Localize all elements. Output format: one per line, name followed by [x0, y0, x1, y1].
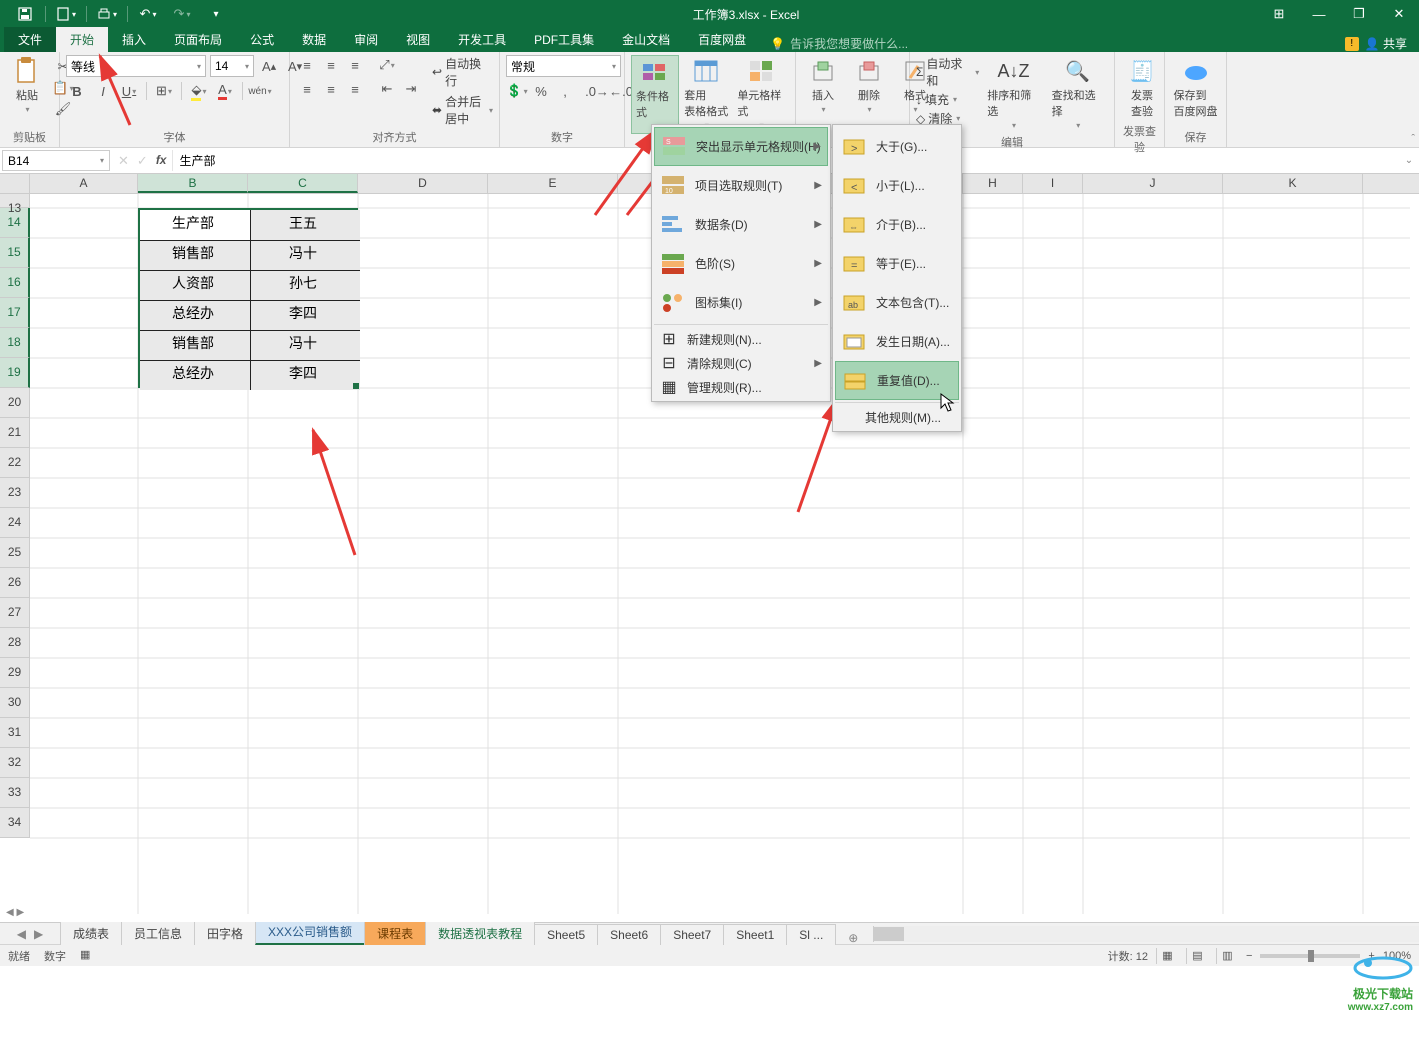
- watermark-logo-icon: [1353, 951, 1413, 985]
- menu-between[interactable]: ⇔介于(B)...: [835, 205, 959, 244]
- menu-clear-rules[interactable]: ⊟ 清除规则(C)▶: [654, 351, 828, 375]
- lt-icon: <: [841, 173, 867, 199]
- menu-new-rule[interactable]: ⊞ 新建规则(N)...: [654, 327, 828, 351]
- svg-text:S: S: [666, 139, 671, 146]
- svg-text:<: <: [851, 182, 857, 194]
- menu-data-bars[interactable]: 数据条(D)▶: [654, 205, 828, 244]
- menu-top-rules[interactable]: 10 项目选取规则(T)▶: [654, 166, 828, 205]
- text-contains-icon: ab: [841, 290, 867, 316]
- svg-text:10: 10: [665, 188, 673, 195]
- menu-icon-sets[interactable]: 图标集(I)▶: [654, 283, 828, 322]
- highlight-rules-icon: S: [661, 134, 687, 160]
- gt-icon: >: [841, 134, 867, 160]
- watermark-site: 极光下载站: [1353, 985, 1413, 1002]
- watermark: 极光下载站 www.xz7.com: [1348, 951, 1413, 1013]
- data-bars-icon: [660, 212, 686, 238]
- submenu-arrow-icon: ▶: [813, 141, 821, 152]
- between-icon: ⇔: [841, 212, 867, 238]
- menu-less-than[interactable]: <小于(L)...: [835, 166, 959, 205]
- watermark-url: www.xz7.com: [1348, 1002, 1413, 1013]
- top-rules-icon: 10: [660, 173, 686, 199]
- conditional-format-menu: S 突出显示单元格规则(H) ▶ 10 项目选取规则(T)▶ 数据条(D)▶ 色…: [651, 124, 831, 402]
- svg-text:>: >: [851, 143, 857, 155]
- svg-text:ab: ab: [848, 300, 858, 310]
- menu-color-scales[interactable]: 色阶(S)▶: [654, 244, 828, 283]
- svg-text:⇔: ⇔: [849, 222, 858, 232]
- date-icon: [841, 329, 867, 355]
- menu-duplicate-values[interactable]: 重复值(D)...: [835, 361, 959, 400]
- menu-equal[interactable]: =等于(E)...: [835, 244, 959, 283]
- duplicate-icon: [842, 368, 868, 394]
- menu-manage-rules[interactable]: ▦ 管理规则(R)...: [654, 375, 828, 399]
- menu-greater-than[interactable]: >大于(G)...: [835, 127, 959, 166]
- manage-rules-icon: ▦: [660, 374, 678, 400]
- menu-highlight-rules[interactable]: S 突出显示单元格规则(H) ▶: [654, 127, 828, 166]
- clear-rules-icon: ⊟: [660, 350, 678, 376]
- menu-text-contains[interactable]: ab文本包含(T)...: [835, 283, 959, 322]
- new-rule-icon: ⊞: [660, 326, 678, 352]
- icon-sets-icon: [660, 290, 686, 316]
- menu-more-rules[interactable]: 其他规则(M)...: [835, 405, 959, 429]
- color-scales-icon: [660, 251, 686, 277]
- svg-text:=: =: [851, 260, 857, 272]
- eq-icon: =: [841, 251, 867, 277]
- highlight-rules-submenu: >大于(G)... <小于(L)... ⇔介于(B)... =等于(E)... …: [832, 124, 962, 432]
- menu-date-occurring[interactable]: 发生日期(A)...: [835, 322, 959, 361]
